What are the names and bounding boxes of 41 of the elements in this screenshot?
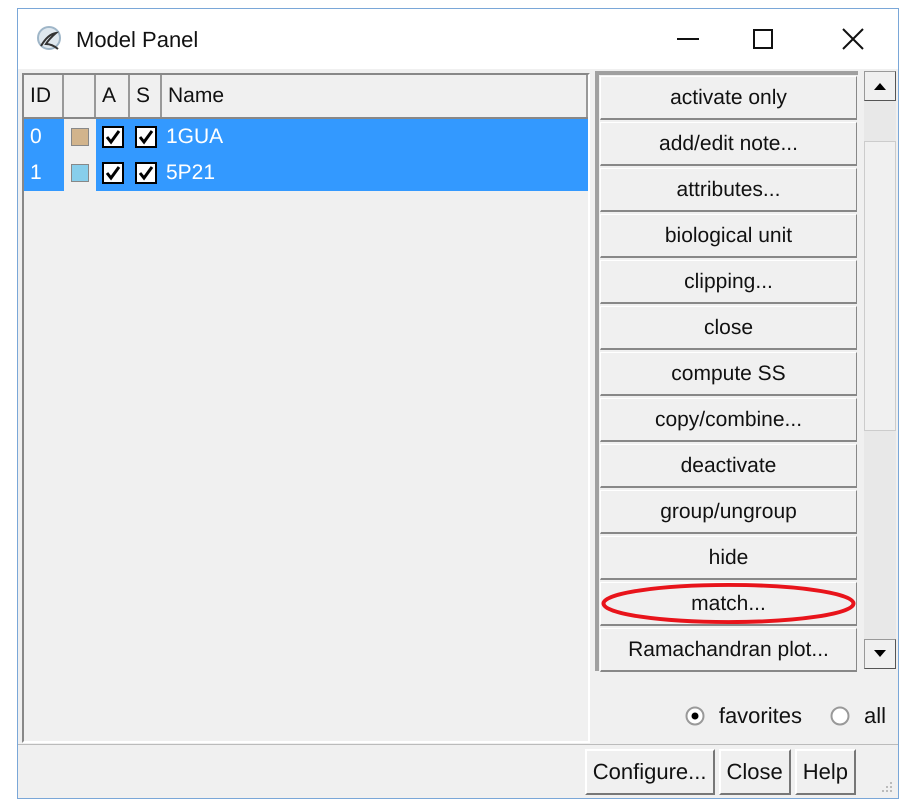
action-button[interactable]: deactivate [600,444,857,488]
checkbox[interactable] [102,126,124,148]
action-button[interactable]: copy/combine... [600,398,857,442]
action-button[interactable]: Ramachandran plot... [600,628,857,672]
table-cell-text: 0 [29,124,43,150]
radio-label[interactable]: favorites [718,699,802,732]
table-cell-text: 1 [29,160,43,186]
radio-label[interactable]: all [864,699,886,732]
footer-button[interactable]: Close [718,748,791,794]
resize-grip-icon[interactable] [880,780,894,794]
scroll-thumb[interactable] [864,141,896,431]
action-button[interactable]: clipping... [600,260,857,304]
action-button[interactable]: group/ungroup [600,490,857,534]
scroll-up-button[interactable] [864,71,896,101]
action-button[interactable]: attributes... [600,168,857,212]
action-button[interactable]: biological unit [600,214,857,258]
checkbox[interactable] [102,162,124,184]
action-button[interactable]: close [600,306,857,350]
table-cell-text: 1GUA [165,124,224,150]
action-button[interactable]: activate only [600,76,857,120]
radio-button[interactable] [684,706,705,726]
maximize-icon [753,29,773,49]
table-cell-text: 5P21 [165,160,216,186]
window-title: Model Panel [76,26,198,54]
scroll-down-button[interactable] [864,639,896,669]
footer-button[interactable]: Configure... [584,748,714,794]
action-button[interactable]: compute SS [600,352,857,396]
down-arrow-icon [874,650,886,658]
action-button[interactable]: hide [600,536,857,580]
checkbox[interactable] [135,126,157,148]
action-button[interactable]: match... [600,582,857,626]
radio-button[interactable] [830,706,850,726]
checkbox[interactable] [135,162,157,184]
minimize-icon [677,38,699,40]
action-button[interactable]: add/edit note... [600,122,857,166]
color-swatch[interactable] [71,128,89,146]
up-arrow-icon [874,82,886,90]
scrollbar[interactable] [864,71,896,669]
footer-button[interactable]: Help [794,748,856,794]
close-icon [842,28,864,50]
color-swatch[interactable] [71,164,89,182]
